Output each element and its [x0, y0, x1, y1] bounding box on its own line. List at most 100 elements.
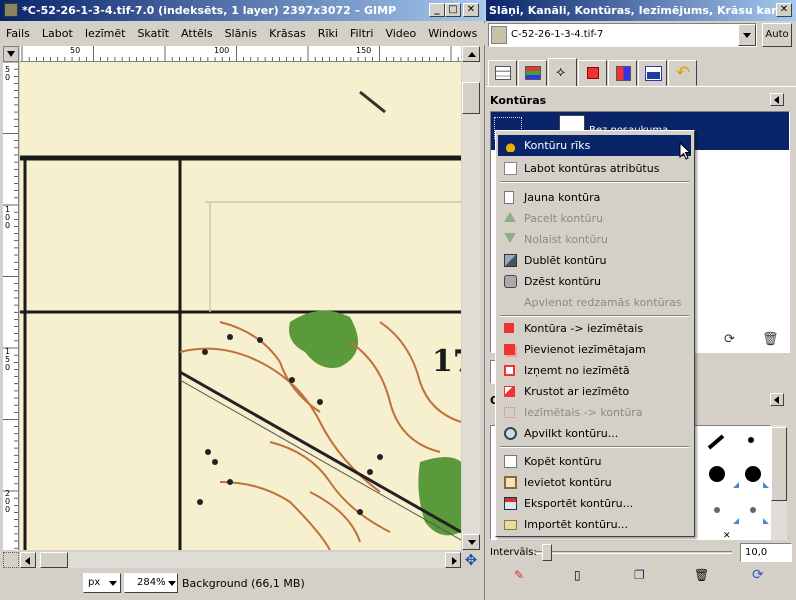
- menu-item-selection-to-path[interactable]: Iezīmētais -> kontūra: [498, 402, 691, 423]
- menu-item-intersect-selection[interactable]: Krustot ar iezīmēto: [498, 381, 691, 402]
- interval-slider[interactable]: [536, 544, 732, 561]
- image-selector-dropdown[interactable]: [738, 24, 756, 46]
- menu-1[interactable]: Labot: [36, 23, 79, 45]
- menu-item-path-tool[interactable]: Kontūru rīks: [498, 135, 691, 156]
- ruler-corner-arrow-icon: [7, 51, 15, 57]
- navigate-icon[interactable]: ✥: [463, 552, 479, 568]
- tab-undo-history[interactable]: ↶: [668, 60, 697, 86]
- dock-close-button[interactable]: ✕: [776, 3, 792, 17]
- menu-item-label: Dzēst kontūru: [524, 275, 602, 288]
- menu-item-copy-path[interactable]: Kopēt kontūru: [498, 451, 691, 472]
- left-ruler-label-150: 150: [5, 347, 11, 372]
- menu-item-stroke-path[interactable]: Apvilkt kontūru...: [498, 423, 691, 444]
- menu-10[interactable]: Windows: [422, 23, 483, 45]
- tab-selection[interactable]: [578, 60, 607, 86]
- zoom-select[interactable]: 284%: [124, 573, 178, 593]
- menu-item-label: Importēt kontūru...: [524, 518, 629, 531]
- menu-item-raise-path[interactable]: Pacelt kontūru: [498, 208, 691, 229]
- chevron-down-icon: [743, 33, 751, 38]
- scroll-left-button[interactable]: [20, 552, 36, 568]
- interval-input[interactable]: 10,0: [740, 543, 792, 562]
- edit-brush-button[interactable]: ✎: [514, 568, 524, 582]
- new-brush-button[interactable]: ▯: [574, 568, 581, 582]
- panel-menu-button[interactable]: [770, 93, 784, 106]
- histogram-bars-icon: [647, 72, 660, 79]
- tab-colormap[interactable]: [608, 60, 637, 86]
- arrow-down-icon: [468, 540, 476, 545]
- top-ruler-label-150: 150: [356, 46, 372, 55]
- channels-icon: [525, 66, 541, 80]
- delete-brush-button[interactable]: 🗑: [694, 568, 709, 582]
- brushes-menu-button[interactable]: [770, 393, 784, 406]
- mouse-cursor-icon: [679, 142, 692, 160]
- refresh-brushes-button[interactable]: ⟳: [752, 567, 764, 583]
- menu-7[interactable]: Rīki: [312, 23, 344, 45]
- selection-icon: [587, 67, 599, 79]
- menu-item-subtract-from-selection[interactable]: Izņemt no iezīmētā: [498, 360, 691, 381]
- menu-3[interactable]: Skatīt: [131, 23, 175, 45]
- delete-path-button[interactable]: 🗑: [762, 332, 779, 347]
- menu-item-merge-visible[interactable]: Apvienot redzamās kontūras: [498, 292, 691, 313]
- arrow-right-icon: [452, 557, 457, 565]
- image-canvas[interactable]: 17: [20, 62, 461, 550]
- horizontal-scroll-thumb[interactable]: [40, 552, 68, 568]
- menu-6[interactable]: Krāsas: [263, 23, 312, 45]
- menu-item-label: Eksportēt kontūru...: [524, 497, 634, 510]
- duplicate-brush-button[interactable]: ❐: [634, 568, 645, 582]
- tab-histogram[interactable]: [638, 60, 667, 86]
- brushes-scrollbar[interactable]: [771, 425, 787, 540]
- tab-channels[interactable]: [518, 60, 547, 86]
- minimize-button[interactable]: _: [429, 3, 445, 17]
- vertical-scrollbar[interactable]: [462, 46, 480, 550]
- stroke-path-button[interactable]: ⟳: [724, 332, 735, 347]
- left-ruler[interactable]: 50 100 150 200: [3, 62, 19, 550]
- dock-titlebar[interactable]: Slāņi, Kanāli, Kontūras, Iezīmējums, Krā…: [486, 0, 796, 21]
- colormap-icon: [616, 66, 631, 81]
- menu-item-duplicate-path[interactable]: Dublēt kontūru: [498, 250, 691, 271]
- menu-item-label: Izņemt no iezīmētā: [524, 364, 630, 377]
- menu-item-import-path[interactable]: Importēt kontūru...: [498, 514, 691, 535]
- menu-item-add-to-selection[interactable]: Pievienot iezīmētajam: [498, 339, 691, 360]
- menu-item-paste-path[interactable]: Ievietot kontūru: [498, 472, 691, 493]
- maximize-button[interactable]: □: [445, 3, 461, 17]
- image-selector[interactable]: C-52-26-1-3-4.tif-7: [488, 23, 757, 47]
- menu-separator: [500, 181, 689, 183]
- arrow-left-icon: [25, 557, 30, 565]
- close-button[interactable]: ✕: [463, 3, 479, 17]
- image-window-titlebar[interactable]: *C-52-26-1-3-4.tif-7.0 (indeksēts, 1 lay…: [0, 0, 485, 21]
- menu-item-edit-attributes[interactable]: Labot kontūras atribūtus: [498, 158, 691, 179]
- menu-item-export-path[interactable]: Eksportēt kontūru...: [498, 493, 691, 514]
- left-ruler-ticks: [3, 62, 18, 549]
- tab-paths[interactable]: ⟡: [548, 58, 577, 87]
- menu-item-label: Ievietot kontūru: [524, 476, 612, 489]
- menu-item-delete-path[interactable]: Dzēst kontūru: [498, 271, 691, 292]
- brushes-toolbar: ✎ ▯ ❐ 🗑 ⟳: [486, 566, 796, 588]
- scroll-up-button[interactable]: [462, 46, 480, 62]
- brushes-scroll-thumb[interactable]: [771, 427, 787, 501]
- scroll-down-button[interactable]: [462, 534, 480, 550]
- menu-5[interactable]: Slānis: [219, 23, 264, 45]
- quick-mask-toggle[interactable]: [3, 552, 19, 568]
- chevron-down-icon: [168, 581, 176, 586]
- menu-2[interactable]: Iezīmēt: [79, 23, 132, 45]
- tab-layers[interactable]: [488, 60, 517, 86]
- dock-title: Slāņi, Kanāli, Kontūras, Iezīmējums, Krā…: [489, 4, 796, 17]
- top-ruler-label-50: 50: [70, 46, 81, 55]
- selection-to-path-icon: [504, 407, 515, 418]
- menu-8[interactable]: Filtri: [344, 23, 380, 45]
- interval-slider-handle[interactable]: [542, 544, 552, 561]
- menu-item-path-to-selection[interactable]: Kontūra -> iezīmētais: [498, 318, 691, 339]
- panel-title: Kontūras: [490, 94, 547, 107]
- auto-button[interactable]: Auto: [762, 23, 792, 47]
- menu-0[interactable]: Fails: [0, 23, 36, 45]
- chevron-down-icon: [109, 581, 117, 586]
- menu-4[interactable]: Attēls: [175, 23, 219, 45]
- vertical-scroll-thumb[interactable]: [462, 82, 480, 114]
- unit-select[interactable]: px: [83, 573, 121, 593]
- scroll-right-button[interactable]: [445, 552, 461, 568]
- menu-9[interactable]: Video: [379, 23, 422, 45]
- menu-item-new-path[interactable]: Jauna kontūra: [498, 187, 691, 208]
- top-ruler[interactable]: 50 100 150: [20, 46, 461, 62]
- menu-item-lower-path[interactable]: Nolaist kontūru: [498, 229, 691, 250]
- horizontal-scrollbar[interactable]: [20, 552, 461, 568]
